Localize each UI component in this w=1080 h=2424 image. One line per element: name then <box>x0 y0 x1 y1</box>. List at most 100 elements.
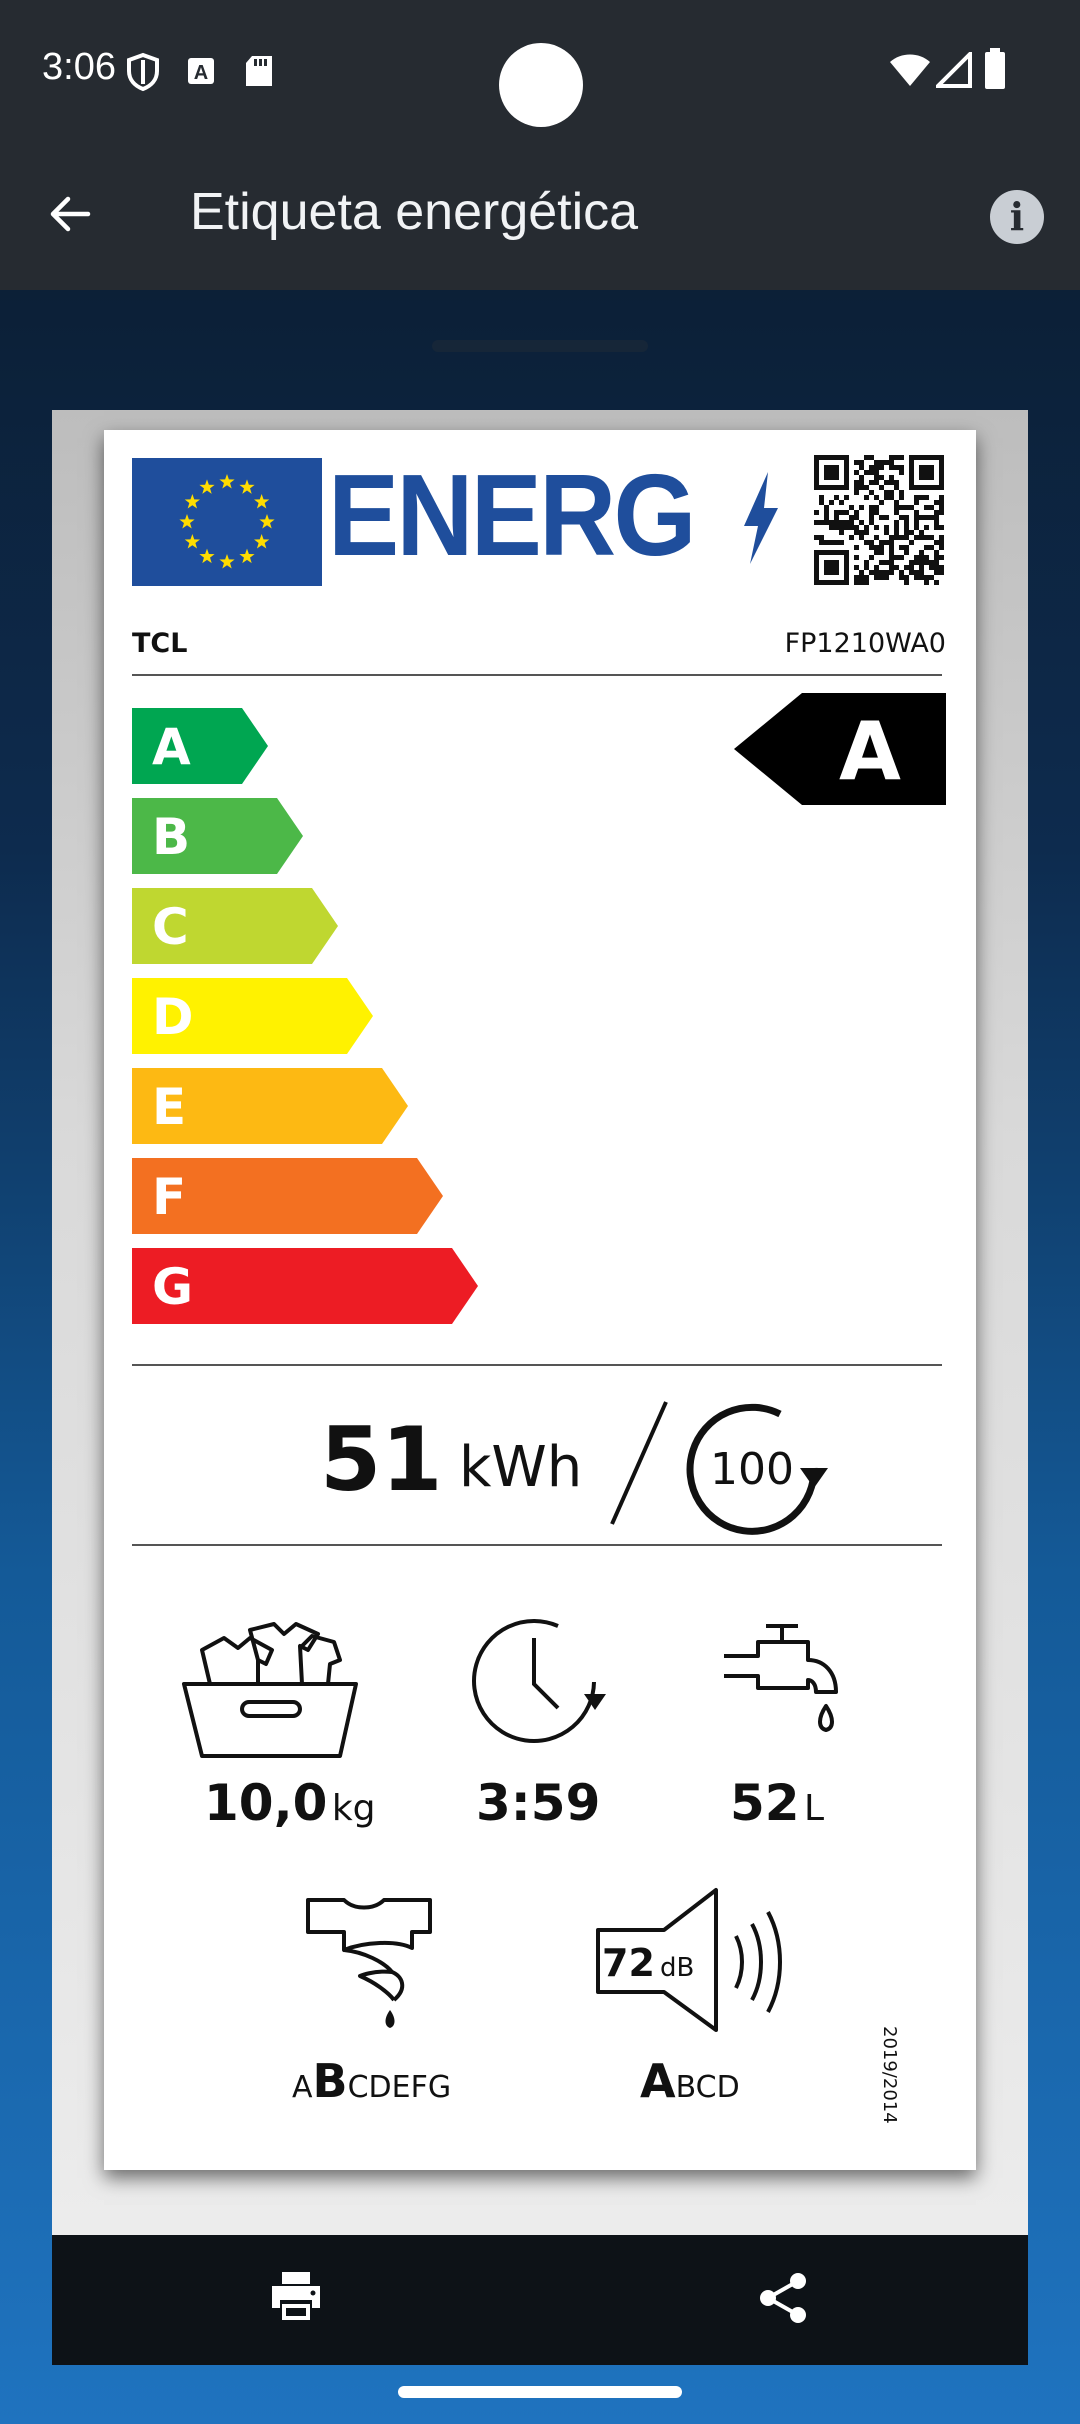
qr-module <box>824 540 829 545</box>
qr-module <box>864 455 869 460</box>
qr-module <box>914 535 919 540</box>
qr-module <box>929 565 934 570</box>
water-value: 52 <box>730 1774 800 1832</box>
duration-value: 3:59 <box>476 1774 601 1832</box>
qr-module <box>834 525 839 530</box>
water-unit: L <box>804 1788 825 1829</box>
qr-module <box>889 465 894 470</box>
class-letter-b: B <box>152 808 190 866</box>
qr-module <box>904 520 909 525</box>
qr-module <box>834 540 839 545</box>
qr-module <box>894 525 899 530</box>
qr-module <box>874 470 879 475</box>
qr-module <box>864 470 869 475</box>
qr-module <box>864 525 869 530</box>
qr-module <box>919 465 934 480</box>
qr-module <box>924 505 929 510</box>
qr-module <box>919 515 924 520</box>
qr-module <box>869 455 874 460</box>
qr-module <box>874 575 879 580</box>
qr-module <box>894 535 899 540</box>
qr-module <box>854 580 859 585</box>
qr-module <box>869 540 874 545</box>
back-arrow-icon[interactable] <box>46 190 94 238</box>
rated-class-arrow: A <box>734 693 946 805</box>
qr-module <box>919 565 924 570</box>
lightning-icon <box>744 472 778 564</box>
status-time: 3:06 <box>42 46 116 88</box>
qr-module <box>894 505 899 510</box>
gesture-nav-bar[interactable] <box>398 2386 682 2398</box>
shield-icon <box>127 52 159 92</box>
qr-module <box>894 480 899 485</box>
qr-module <box>854 490 859 495</box>
sheet-handle[interactable] <box>432 340 648 352</box>
qr-module <box>894 485 899 490</box>
qr-module <box>884 460 889 465</box>
print-icon[interactable] <box>268 2270 324 2322</box>
qr-module <box>884 530 889 535</box>
qr-module <box>854 575 859 580</box>
battery-icon <box>985 48 1005 89</box>
qr-module <box>919 570 924 575</box>
qr-module <box>889 560 894 565</box>
qr-module <box>909 540 914 545</box>
qr-module <box>929 545 934 550</box>
qr-module <box>889 480 894 485</box>
capacity-value: 10,0 <box>204 1774 328 1832</box>
qr-module <box>884 575 889 580</box>
qr-module <box>929 505 934 510</box>
spin-class-selected: B <box>312 2054 348 2108</box>
qr-module <box>839 540 844 545</box>
qr-module <box>814 510 819 515</box>
qr-module <box>839 510 844 515</box>
qr-module <box>869 465 874 470</box>
qr-module <box>854 555 859 560</box>
qr-module <box>874 495 879 500</box>
qr-module <box>904 535 909 540</box>
laundry-basket-icon <box>182 1622 358 1758</box>
qr-module <box>869 570 874 575</box>
qr-module <box>859 580 864 585</box>
qr-module <box>834 510 839 515</box>
qr-module <box>889 460 894 465</box>
qr-module <box>919 560 924 565</box>
qr-module <box>904 515 909 520</box>
qr-module <box>814 520 819 525</box>
noise-class-selected: A <box>640 2054 676 2108</box>
qr-module <box>934 580 939 585</box>
energy-word: ENERG <box>328 450 696 580</box>
qr-module <box>889 495 894 500</box>
qr-module <box>834 495 839 500</box>
qr-module <box>894 500 899 505</box>
qr-module <box>894 510 899 515</box>
qr-module <box>879 575 884 580</box>
qr-module <box>874 480 879 485</box>
qr-module <box>854 480 859 485</box>
qr-module <box>834 520 839 525</box>
capacity: 10,0 kg <box>204 1774 376 1832</box>
cycles-value: 100 <box>710 1444 794 1495</box>
share-icon[interactable] <box>758 2272 810 2324</box>
divider <box>132 1364 942 1366</box>
qr-module <box>924 525 929 530</box>
qr-module <box>919 550 924 555</box>
qr-module <box>859 530 864 535</box>
info-icon[interactable]: i <box>990 190 1044 244</box>
qr-module <box>934 510 939 515</box>
qr-module <box>849 535 854 540</box>
qr-module <box>879 460 884 465</box>
qr-module <box>874 570 879 575</box>
qr-module <box>929 575 934 580</box>
qr-module <box>914 575 919 580</box>
qr-module <box>879 545 884 550</box>
qr-module <box>819 500 824 505</box>
qr-module <box>819 495 824 500</box>
water-tap-icon <box>724 1624 838 1732</box>
duration-clock-icon <box>472 1619 606 1743</box>
qr-module <box>884 495 889 500</box>
qr-module <box>899 470 904 475</box>
wifi-icon <box>890 54 930 86</box>
qr-module <box>904 525 909 530</box>
qr-module <box>919 535 924 540</box>
